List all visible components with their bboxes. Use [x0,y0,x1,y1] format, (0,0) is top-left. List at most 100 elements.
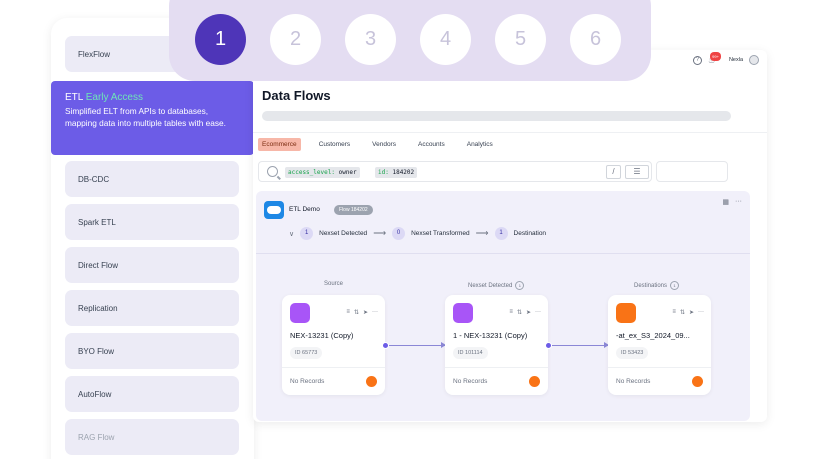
node-title: 1 - NEX-13231 (Copy) [453,331,528,340]
flow-type-rag-flow[interactable]: RAG Flow [65,419,239,455]
transform-icon[interactable]: ⇅ [680,309,685,316]
tabs-divider [253,132,767,133]
slash-shortcut[interactable]: / [606,165,621,179]
tab-analytics[interactable]: Analytics [463,138,497,151]
transform-icon[interactable]: ⇅ [354,309,359,316]
chip-key: access_level: [288,169,335,176]
topbar-actions: ? ♨99+ Nexla [692,51,759,65]
flow-type-label: DB-CDC [78,174,110,184]
nexset-grid-icon [453,303,473,323]
flow-panel-actions: ▦ ··· [722,198,742,206]
node-status: No Records [290,378,325,385]
node-actions: ≡ ⇅ ➤ ··· [672,309,704,316]
flow-type-byo-flow[interactable]: BYO Flow [65,333,239,369]
chevron-down-icon[interactable]: ∨ [289,230,294,238]
flow-type-label: Direct Flow [78,260,119,270]
transform-icon[interactable]: ⇅ [517,309,522,316]
step-4[interactable]: 4 [420,14,471,65]
avatar[interactable] [749,55,759,65]
search-icon [267,166,278,177]
more-options-icon[interactable]: ··· [535,309,541,316]
more-options-icon[interactable]: ··· [372,309,378,316]
column-header-label: Source [324,281,344,287]
tab-accounts[interactable]: Accounts [414,138,449,151]
send-icon[interactable]: ➤ [689,309,694,316]
column-header-destinations: Destinations 1 [634,281,680,290]
step-2[interactable]: 2 [270,14,321,65]
chip-value: 184202 [392,169,415,176]
flow-type-panel: FlexFlow ETL Early Access Simplified ELT… [51,18,254,459]
output-port[interactable] [545,342,552,349]
stage-label: Nexset Detected [319,230,368,237]
node-divider [445,367,548,368]
stage-label: Nexset Transformed [411,230,470,237]
flow-type-spark-etl[interactable]: Spark ETL [65,204,239,240]
flow-type-label: BYO Flow [78,346,115,356]
chip-value: owner [338,169,357,176]
status-dot-icon[interactable] [692,376,703,387]
sliders-icon[interactable]: ≡ [509,309,513,316]
notification-badge: 99+ [710,51,721,61]
send-icon[interactable]: ➤ [526,309,531,316]
placeholder-bar [262,111,731,121]
filter-chip-access-level[interactable]: access_level: owner [285,167,360,178]
send-icon[interactable]: ➤ [363,309,368,316]
chip-key: id: [378,169,389,176]
arrow-right-icon: ⟶ [475,228,489,238]
status-dot-icon[interactable] [366,376,377,387]
flow-type-label: RAG Flow [78,432,115,442]
flow-type-etl[interactable]: ETL Early Access Simplified ELT from API… [51,81,254,155]
more-options-icon[interactable]: ··· [735,198,742,206]
node-title: -at_ex_S3_2024_09... [616,331,690,340]
column-count: 1 [515,281,525,290]
flow-type-db-cdc[interactable]: DB-CDC [65,161,239,197]
status-dot-icon[interactable] [529,376,540,387]
sliders-icon[interactable]: ≡ [672,309,676,316]
bell-icon[interactable]: ♨99+ [708,51,721,65]
column-header-label: Nexset Detected [468,283,513,289]
more-options-icon[interactable]: ··· [698,309,704,316]
nexset-node[interactable]: ≡ ⇅ ➤ ··· 1 - NEX-13231 (Copy) ID 101114… [445,295,548,395]
flow-stage-summary: ∨ 1 Nexset Detected ⟶ 0 Nexset Transform… [289,227,546,240]
help-icon[interactable]: ? [692,55,702,65]
step-5[interactable]: 5 [495,14,546,65]
flow-type-direct-flow[interactable]: Direct Flow [65,247,239,283]
output-port[interactable] [382,342,389,349]
flow-type-autoflow[interactable]: AutoFlow [65,376,239,412]
stage-count: 1 [494,227,508,240]
early-access-label: Early Access [85,92,143,103]
tab-customers[interactable]: Customers [315,138,354,151]
flow-name[interactable]: ETL Demo [289,206,320,213]
view-toggle-icon[interactable]: ▦ [722,198,729,206]
flow-type-label: FlexFlow [78,49,111,59]
filter-settings-icon[interactable]: ☰ [625,165,649,179]
secondary-input[interactable] [656,161,728,182]
step-6[interactable]: 6 [570,14,621,65]
column-header-source: Source [324,281,343,287]
destination-node[interactable]: ≡ ⇅ ➤ ··· -at_ex_S3_2024_09... ID 53423 … [608,295,711,395]
flow-id-badge: Flow 184202 [334,205,373,215]
node-actions: ≡ ⇅ ➤ ··· [509,309,541,316]
sliders-icon[interactable]: ≡ [346,309,350,316]
tab-vendors[interactable]: Vendors [368,138,400,151]
connector-arrow [552,342,609,348]
step-3[interactable]: 3 [345,14,396,65]
flow-type-title: ETL Early Access [65,92,240,103]
flow-type-replication[interactable]: Replication [65,290,239,326]
search-input[interactable]: access_level: owner id: 184202 / ☰ [258,161,652,182]
node-id-badge: ID 65773 [290,347,323,359]
source-node[interactable]: ≡ ⇅ ➤ ··· NEX-13231 (Copy) ID 65773 No R… [282,295,385,395]
user-name[interactable]: Nexla [729,57,743,63]
node-status: No Records [616,378,651,385]
column-header-label: Destinations [634,283,668,289]
filter-chip-id[interactable]: id: 184202 [375,167,418,178]
connector-arrow [389,342,446,348]
node-title: NEX-13231 (Copy) [290,331,354,340]
tab-ecommerce[interactable]: Ecommerce [258,138,301,151]
step-1[interactable]: 1 [195,14,246,65]
flow-type-label: Spark ETL [78,217,116,227]
stage: FlexFlow ETL Early Access Simplified ELT… [0,0,816,459]
node-id-badge: ID 53423 [616,347,649,359]
stage-count: 0 [392,227,406,240]
node-divider [282,367,385,368]
